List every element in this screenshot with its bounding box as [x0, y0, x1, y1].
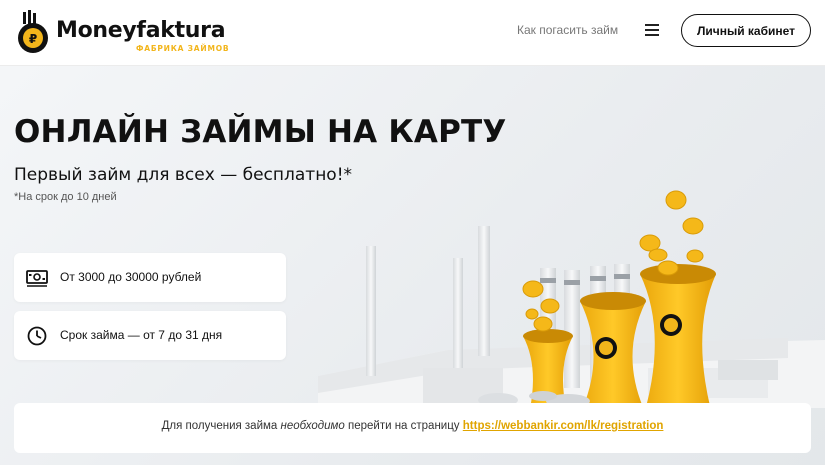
- feature-amount: От 3000 до 30000 рублей: [14, 253, 286, 302]
- info-bar: Для получения займа необходимо перейти н…: [14, 403, 811, 453]
- clock-icon: [27, 326, 47, 346]
- info-text: Для получения займа необходимо перейти н…: [14, 420, 811, 432]
- info-prefix: Для получения займа: [161, 420, 281, 432]
- svg-text:₽: ₽: [29, 32, 37, 46]
- hero-subtitle: Первый займ для всех — бесплатно!*: [14, 165, 353, 185]
- logo-icon: ₽: [18, 10, 48, 53]
- feature-term-text: Срок займа — от 7 до 31 дня: [60, 328, 223, 342]
- factory-with-coins-illustration: [318, 190, 825, 408]
- logo-name: Moneyfaktura: [56, 18, 226, 43]
- feature-term: Срок займа — от 7 до 31 дня: [14, 311, 286, 360]
- logo[interactable]: ₽ Moneyfaktura ФАБРИКА ЗАЙМОВ: [14, 10, 229, 56]
- info-emphasis: необходимо: [280, 420, 345, 432]
- site-header: ₽ Moneyfaktura ФАБРИКА ЗАЙМОВ Как погаси…: [0, 0, 825, 66]
- registration-link[interactable]: https://webbankir.com/lk/registration: [463, 420, 664, 432]
- hero-note: *На срок до 10 дней: [14, 191, 117, 203]
- cash-icon: [26, 270, 48, 287]
- info-middle: перейти на страницу: [344, 420, 463, 432]
- feature-amount-text: От 3000 до 30000 рублей: [60, 270, 202, 284]
- personal-account-button[interactable]: Личный кабинет: [681, 14, 811, 47]
- hamburger-icon[interactable]: [645, 24, 659, 36]
- nav-link-how-to-repay[interactable]: Как погасить займ: [517, 23, 618, 37]
- hero-section: ОНЛАЙН ЗАЙМЫ НА КАРТУ Первый займ для вс…: [0, 66, 825, 465]
- logo-tagline: ФАБРИКА ЗАЙМОВ: [136, 44, 230, 53]
